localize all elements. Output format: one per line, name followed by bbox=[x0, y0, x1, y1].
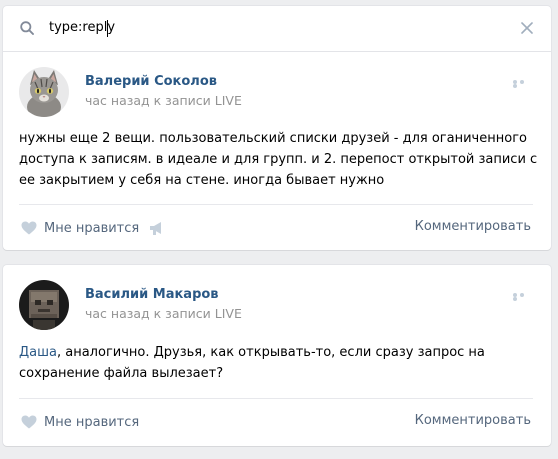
post-author[interactable]: Валерий Соколов bbox=[85, 74, 217, 89]
more-options-icon[interactable] bbox=[513, 293, 531, 301]
post-text-body: , аналогично. Друзья, как открывать-то, … bbox=[19, 345, 485, 381]
comment-button[interactable]: Комментировать bbox=[415, 413, 531, 428]
like-label: Мне нравится bbox=[44, 414, 140, 430]
like-button[interactable]: Мне нравится bbox=[21, 218, 139, 238]
close-icon[interactable] bbox=[521, 22, 533, 34]
search-input[interactable] bbox=[49, 18, 489, 38]
comment-button[interactable]: Комментировать bbox=[415, 219, 531, 234]
post-text: нужны еще 2 вещи. пользовательский списк… bbox=[19, 131, 538, 188]
mention-link[interactable]: Даша bbox=[19, 345, 57, 360]
heart-icon bbox=[21, 415, 37, 429]
search-icon bbox=[20, 21, 34, 35]
like-button[interactable]: Мне нравится bbox=[21, 412, 139, 432]
more-options-icon[interactable] bbox=[513, 80, 531, 88]
block-avatar[interactable] bbox=[19, 280, 69, 330]
post-meta[interactable]: час назад к записи LIVE bbox=[85, 93, 242, 108]
cat-avatar[interactable] bbox=[19, 67, 69, 117]
post-actions: Мне нравится Комментировать bbox=[19, 412, 531, 432]
divider bbox=[19, 204, 533, 205]
post-card: Василий Макаров час назад к записи LIVE … bbox=[3, 265, 551, 446]
text-caret bbox=[107, 20, 108, 37]
megaphone-icon[interactable] bbox=[149, 220, 165, 236]
search-bar bbox=[3, 6, 551, 51]
post-actions: Мне нравится Комментировать bbox=[19, 218, 531, 238]
post-meta[interactable]: час назад к записи LIVE bbox=[85, 306, 242, 321]
post-text: Даша, аналогично. Друзья, как открывать-… bbox=[19, 342, 539, 384]
post-author[interactable]: Василий Макаров bbox=[85, 287, 219, 302]
heart-icon bbox=[21, 221, 37, 235]
post-card: Валерий Соколов час назад к записи LIVE … bbox=[3, 52, 551, 250]
like-label: Мне нравится bbox=[44, 220, 140, 236]
divider bbox=[19, 398, 533, 399]
